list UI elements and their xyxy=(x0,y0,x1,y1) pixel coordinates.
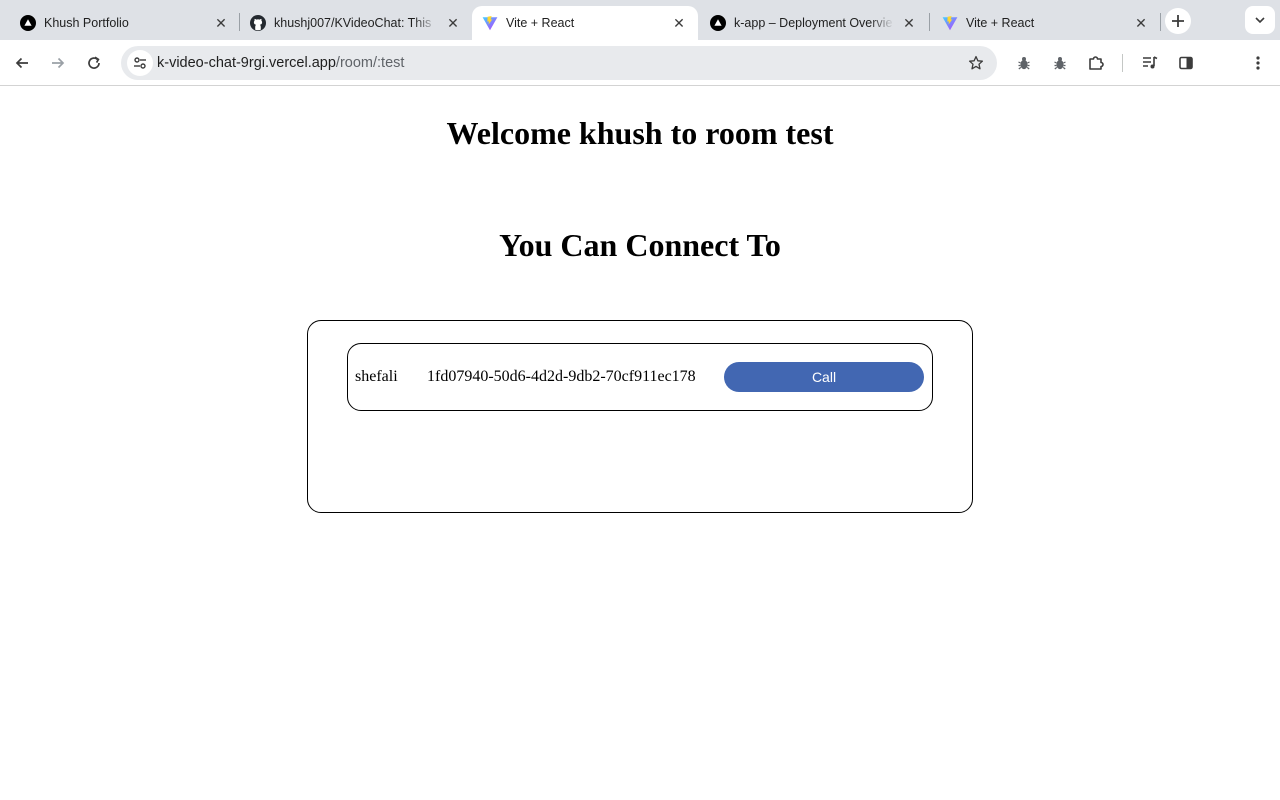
extensions-puzzle-icon[interactable] xyxy=(1082,49,1110,77)
media-control-icon[interactable] xyxy=(1136,49,1164,77)
chevron-down-icon xyxy=(1255,17,1265,24)
call-button[interactable]: Call xyxy=(724,362,924,392)
new-tab-button[interactable] xyxy=(1165,8,1191,34)
more-vert-icon[interactable] xyxy=(1244,49,1272,77)
arrow-left-icon xyxy=(15,57,28,69)
extension-bug-icon[interactable] xyxy=(1010,49,1038,77)
connect-heading: You Can Connect To xyxy=(499,227,781,263)
user-name: shefali xyxy=(355,368,398,385)
vite-icon xyxy=(482,15,498,31)
tune-icon xyxy=(134,57,146,69)
close-tab-icon[interactable]: ✕ xyxy=(1132,14,1150,32)
close-tab-icon[interactable]: ✕ xyxy=(212,14,230,32)
vercel-icon xyxy=(710,15,726,31)
arrow-right-icon xyxy=(52,57,65,69)
tab-search-button[interactable] xyxy=(1245,6,1275,34)
vite-icon xyxy=(942,15,958,31)
site-info-button[interactable] xyxy=(127,50,153,76)
tab-title: k-app – Deployment Overvie xyxy=(734,16,893,30)
side-panel-icon[interactable] xyxy=(1172,49,1200,77)
tab-github-kvideochat[interactable]: khushj007/KVideoChat: This ✕ xyxy=(240,6,472,40)
url-path: /room/:test xyxy=(335,55,405,71)
close-tab-icon[interactable]: ✕ xyxy=(444,14,462,32)
reload-icon xyxy=(88,56,100,69)
tab-title: Vite + React xyxy=(506,16,575,30)
tab-strip: Khush Portfolio ✕ khushj007/KVideoChat: … xyxy=(0,0,1280,40)
close-tab-icon[interactable]: ✕ xyxy=(900,14,918,32)
browser-toolbar: k-video-chat-9rgi.vercel.app/room/:test xyxy=(0,40,1280,86)
welcome-heading: Welcome khush to room test xyxy=(446,115,834,151)
tab-divider xyxy=(1160,13,1161,31)
vercel-icon xyxy=(20,15,36,31)
user-card: shefali 1fd07940-50d6-4d2d-9db2-70cf911e… xyxy=(347,343,933,411)
extension-bug-icon[interactable] xyxy=(1046,49,1074,77)
tab-vite-react-active[interactable]: Vite + React ✕ xyxy=(472,6,698,40)
bookmark-star-icon[interactable] xyxy=(965,52,987,74)
user-socket-id: 1fd07940-50d6-4d2d-9db2-70cf911ec178 xyxy=(427,368,696,385)
users-list: shefali 1fd07940-50d6-4d2d-9db2-70cf911e… xyxy=(307,320,973,513)
tab-title: khushj007/KVideoChat: This xyxy=(274,16,432,30)
forward-button[interactable] xyxy=(44,49,72,77)
tab-vite-react[interactable]: Vite + React ✕ xyxy=(930,6,1160,40)
toolbar-divider xyxy=(1122,54,1123,72)
page-content: Welcome khush to room test You Can Conne… xyxy=(0,87,1280,800)
tab-khush-portfolio[interactable]: Khush Portfolio ✕ xyxy=(0,6,240,40)
back-button[interactable] xyxy=(8,49,36,77)
reload-button[interactable] xyxy=(80,49,108,77)
url-text[interactable]: k-video-chat-9rgi.vercel.app/room/:test xyxy=(157,46,404,80)
address-bar[interactable]: k-video-chat-9rgi.vercel.app/room/:test xyxy=(121,46,997,80)
github-icon xyxy=(250,15,266,31)
close-tab-icon[interactable]: ✕ xyxy=(670,14,688,32)
tab-title: Vite + React xyxy=(966,16,1035,30)
url-host: k-video-chat-9rgi.vercel.app xyxy=(157,55,336,71)
plus-icon xyxy=(1172,15,1184,27)
tab-title: Khush Portfolio xyxy=(44,16,129,30)
tab-k-app-deployment[interactable]: k-app – Deployment Overvie ✕ xyxy=(700,6,928,40)
